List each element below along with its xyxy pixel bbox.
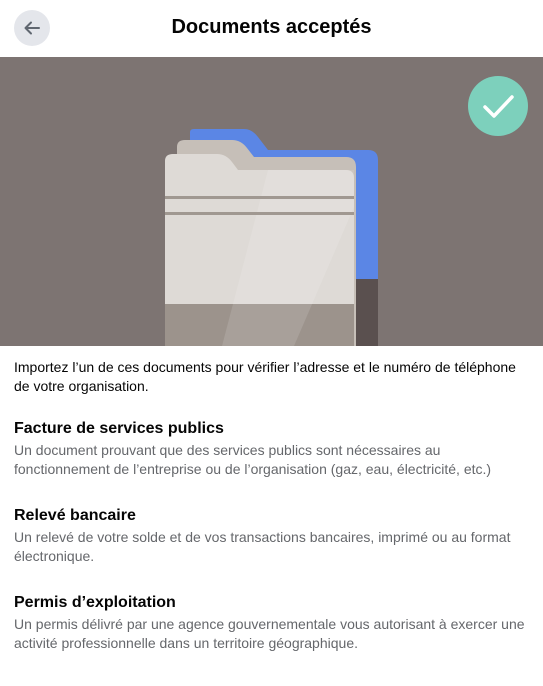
page-title: Documents acceptés	[171, 16, 372, 38]
content: Importez l’un de ces documents pour véri…	[14, 358, 529, 651]
accepted-documents-page: Documents acceptés Importez l’un de ces …	[0, 0, 543, 686]
document-description: Un document prouvant que des services pu…	[14, 442, 492, 477]
document-title: Facture de services publics	[14, 420, 224, 437]
document-title: Relevé bancaire	[14, 507, 136, 524]
document-item-utility-bill: Facture de services publics Un document …	[14, 419, 529, 479]
checkmark-icon	[468, 76, 528, 136]
document-item-business-license: Permis d’exploitation Un permis délivré …	[14, 593, 529, 653]
document-description: Un permis délivré par une agence gouvern…	[14, 616, 525, 651]
document-description: Un relevé de votre solde et de vos trans…	[14, 529, 511, 564]
document-item-bank-statement: Relevé bancaire Un relevé de votre solde…	[14, 506, 529, 566]
folder-icon	[165, 129, 378, 346]
intro-text: Importez l’un de ces documents pour véri…	[14, 359, 516, 394]
header: Documents acceptés	[0, 0, 543, 57]
document-title: Permis d’exploitation	[14, 594, 176, 611]
hero-illustration	[0, 57, 543, 346]
